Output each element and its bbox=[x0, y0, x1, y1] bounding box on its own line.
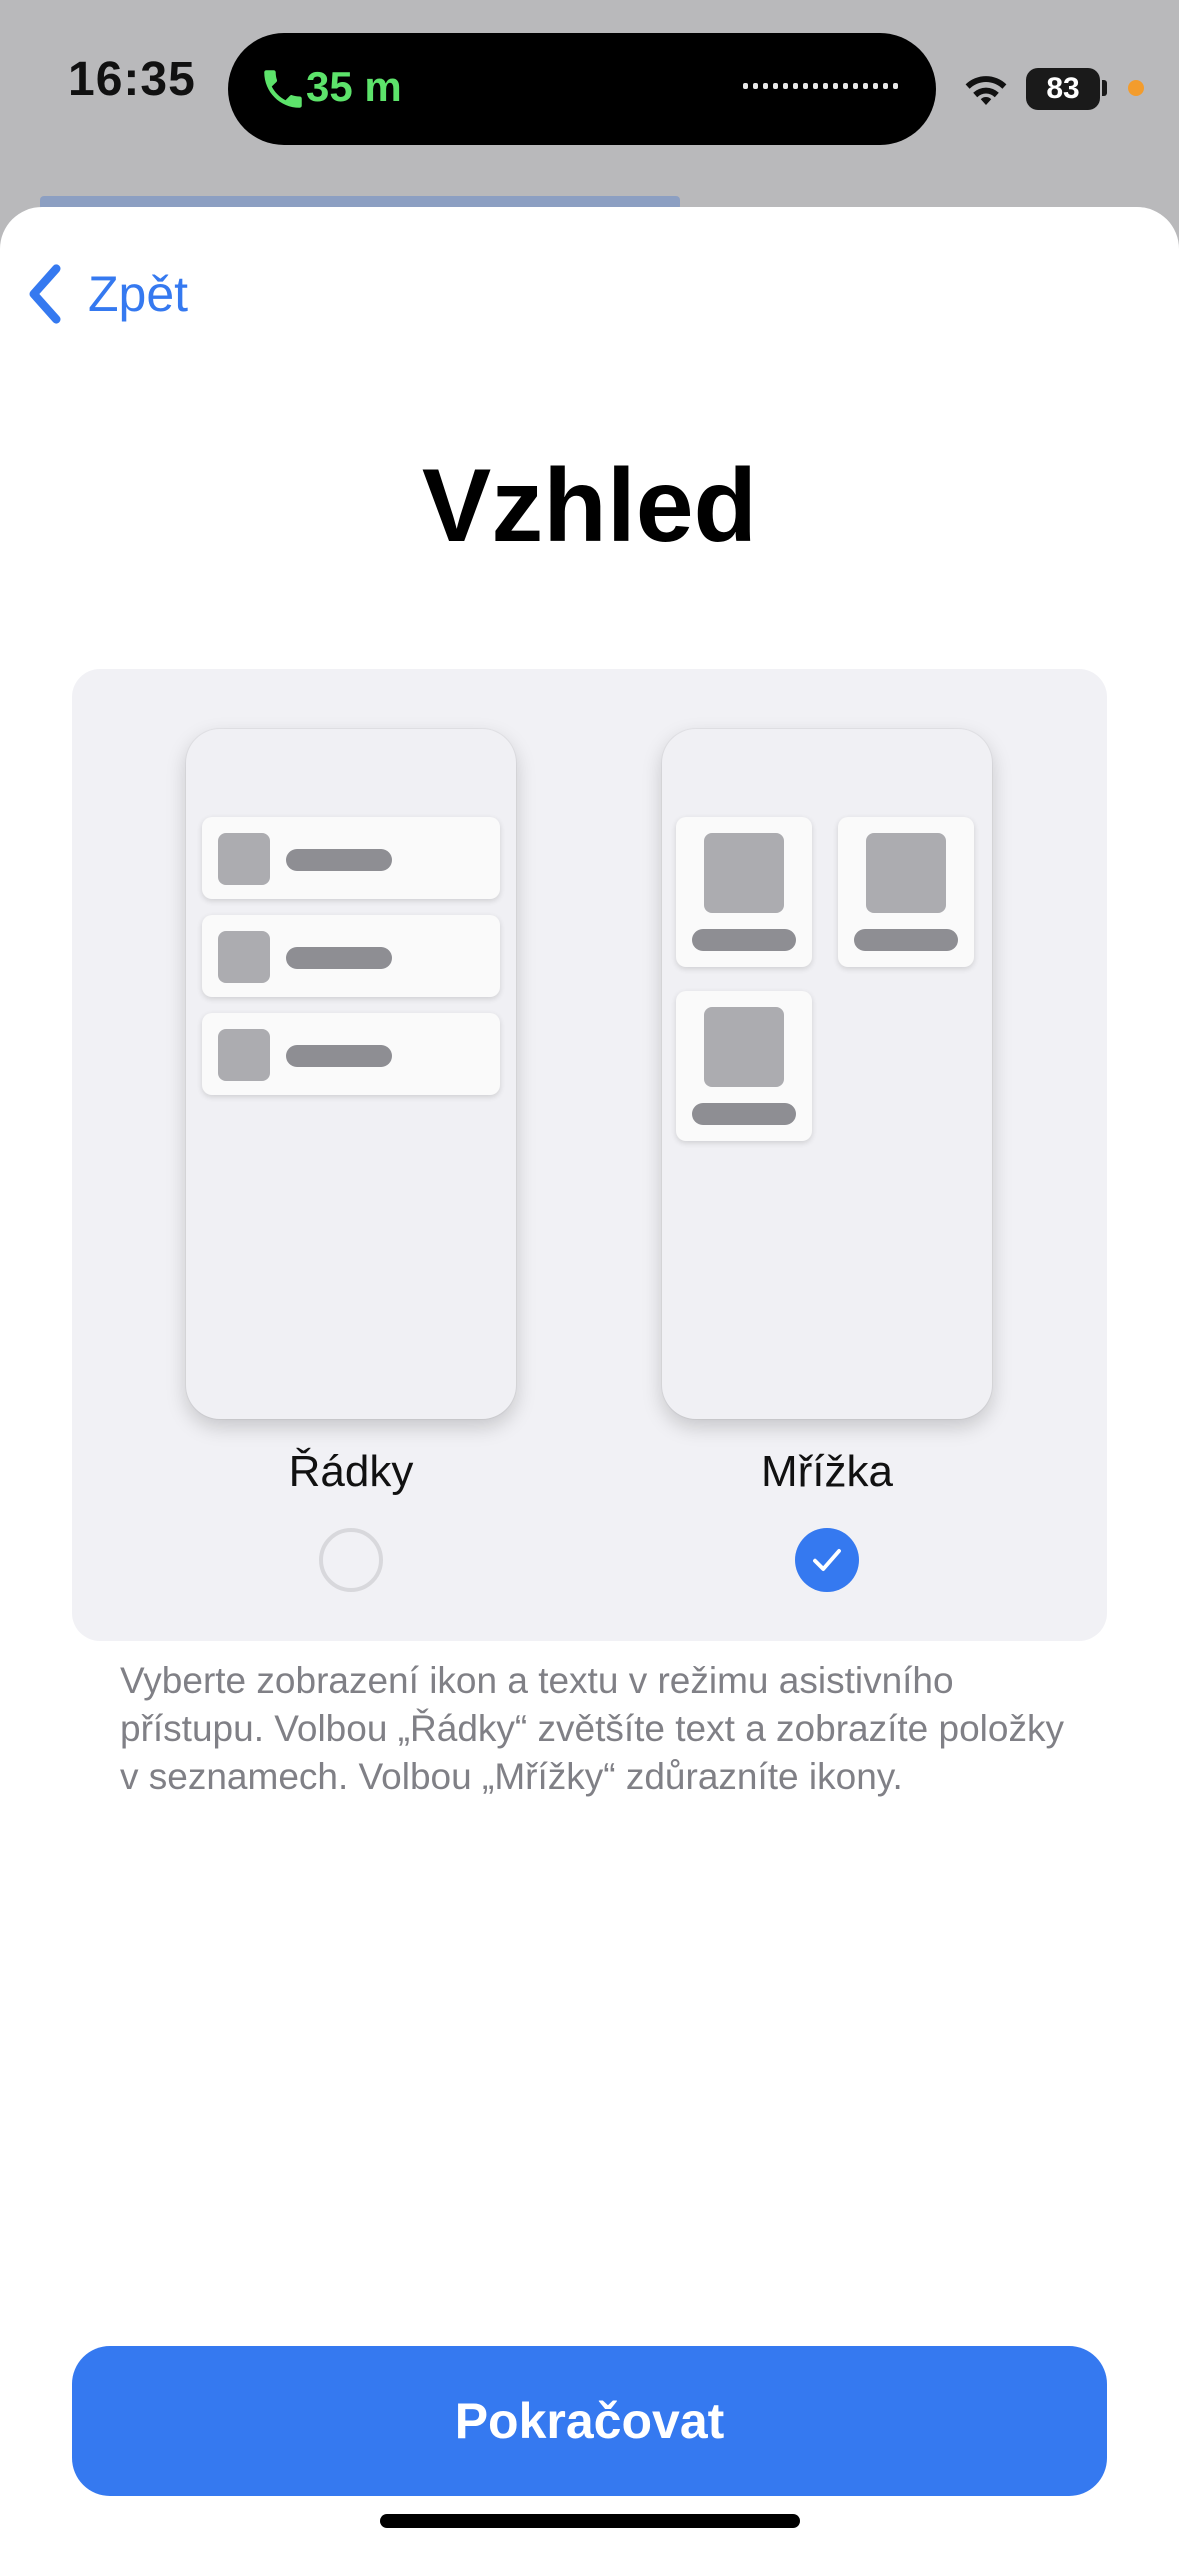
option-rows[interactable]: Řádky bbox=[186, 669, 516, 1641]
preview-thumbnail bbox=[704, 1007, 784, 1087]
call-duration: 35 m bbox=[306, 63, 402, 110]
preview-row bbox=[202, 817, 500, 899]
battery-tip bbox=[1102, 80, 1107, 96]
preview-thumbnail bbox=[218, 833, 270, 885]
preview-tile bbox=[676, 991, 812, 1141]
layout-options-card: Řádky Mřížka bbox=[72, 669, 1107, 1641]
back-label: Zpět bbox=[88, 266, 189, 322]
preview-tile bbox=[676, 817, 812, 967]
back-button[interactable]: Zpět bbox=[24, 263, 188, 325]
preview-tile bbox=[838, 817, 974, 967]
phone-icon bbox=[264, 70, 302, 108]
rows-preview bbox=[186, 729, 516, 1419]
preview-row bbox=[202, 1013, 500, 1095]
preview-thumbnail bbox=[866, 833, 946, 913]
page-title: Vzhled bbox=[421, 448, 758, 564]
dynamic-island-call[interactable]: 35 m bbox=[228, 33, 936, 145]
preview-thumbnail bbox=[218, 1029, 270, 1081]
preview-thumbnail bbox=[218, 931, 270, 983]
option-rows-label: Řádky bbox=[288, 1447, 414, 1496]
preview-text-line bbox=[692, 929, 796, 951]
description-text: Vyberte zobrazení ikon a textu v režimu … bbox=[120, 1660, 1064, 1797]
privacy-indicator-dot bbox=[1128, 80, 1144, 96]
chevron-left-icon bbox=[29, 264, 61, 324]
appearance-sheet: Zpět Vzhled Řádky Mřížka Vyberte zobraze… bbox=[0, 207, 1179, 2556]
option-rows-radio[interactable] bbox=[319, 1528, 383, 1592]
preview-text-line bbox=[854, 929, 958, 951]
preview-text-line bbox=[286, 849, 392, 871]
preview-text-line bbox=[286, 1045, 392, 1067]
option-grid-radio[interactable] bbox=[795, 1528, 859, 1592]
option-grid[interactable]: Mřížka bbox=[662, 669, 992, 1641]
wifi-icon bbox=[965, 76, 1007, 105]
preview-row bbox=[202, 915, 500, 997]
option-grid-label: Mřížka bbox=[761, 1447, 893, 1496]
grid-preview bbox=[662, 729, 992, 1419]
home-indicator[interactable] bbox=[380, 2514, 800, 2528]
status-time: 16:35 bbox=[68, 53, 196, 106]
continue-button[interactable]: Pokračovat bbox=[72, 2346, 1107, 2496]
preview-text-line bbox=[286, 947, 392, 969]
preview-text-line bbox=[692, 1103, 796, 1125]
checkmark-icon bbox=[813, 1549, 841, 1571]
preview-thumbnail bbox=[704, 833, 784, 913]
battery-icon: 83 bbox=[1026, 68, 1100, 110]
audio-waveform-icon bbox=[743, 83, 898, 89]
screen: 16:35 35 m 83 Zpět Vzhled Řádky Mřížka V… bbox=[0, 0, 1179, 2556]
